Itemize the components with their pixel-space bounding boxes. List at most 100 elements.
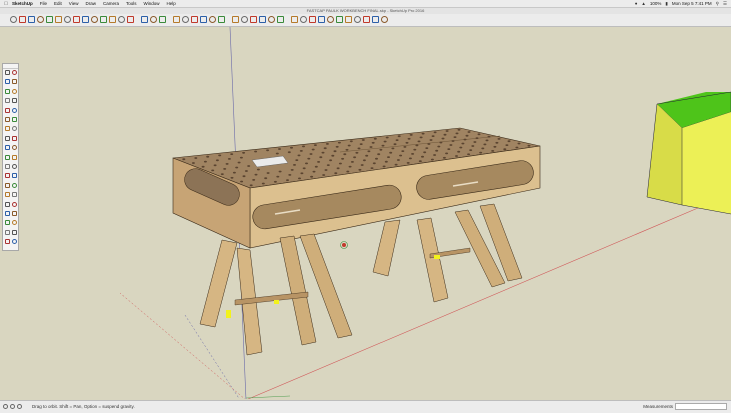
textured-icon[interactable] — [268, 16, 275, 23]
box-front-face[interactable] — [682, 112, 731, 214]
menu-edit[interactable]: Edit — [54, 1, 62, 6]
layers-icon[interactable] — [354, 16, 361, 23]
left-view-icon[interactable] — [218, 16, 225, 23]
front-view-icon[interactable] — [191, 16, 198, 23]
battery-icon[interactable]: ▮ — [665, 1, 667, 7]
arc-icon[interactable] — [37, 16, 44, 23]
move-icon[interactable] — [5, 145, 10, 151]
shadow-icon[interactable] — [327, 16, 334, 23]
zoom-icon[interactable] — [5, 201, 10, 207]
protractor-icon[interactable] — [12, 164, 17, 169]
freehand-icon[interactable] — [12, 88, 17, 94]
offset-icon[interactable] — [91, 16, 98, 23]
spotlight-icon[interactable]: ⚲ — [716, 1, 719, 7]
right-view-icon[interactable] — [200, 16, 207, 23]
menu-help[interactable]: Help — [167, 1, 176, 6]
menu-camera[interactable]: Camera — [103, 1, 119, 6]
circle-icon[interactable] — [12, 107, 17, 113]
volume-icon[interactable]: ▲ — [641, 1, 645, 6]
battery-percent[interactable]: 100% — [650, 1, 662, 6]
geo-location-icon[interactable] — [3, 404, 8, 409]
menu-file[interactable]: File — [40, 1, 47, 6]
orbit-icon[interactable] — [127, 16, 134, 23]
measurements-input[interactable] — [675, 403, 727, 410]
top-view-icon[interactable] — [182, 16, 189, 23]
3d-text-icon[interactable] — [12, 182, 17, 188]
drape-icon[interactable] — [12, 239, 17, 245]
dimension-icon[interactable] — [5, 173, 10, 179]
text-icon[interactable] — [12, 173, 17, 179]
clock[interactable]: Mon Sep 5 7:41 PM — [672, 1, 712, 6]
scale-icon[interactable] — [5, 154, 10, 160]
zoom-extents-icon[interactable] — [159, 16, 166, 23]
arc-icon[interactable] — [5, 98, 10, 104]
rotate-icon[interactable] — [73, 16, 80, 23]
wireframe-icon[interactable] — [241, 16, 248, 23]
paint-icon[interactable] — [118, 16, 125, 23]
modeling-viewport[interactable] — [0, 27, 731, 399]
position-camera-icon[interactable] — [5, 220, 10, 226]
extension-icon[interactable] — [300, 16, 307, 23]
credits-icon[interactable] — [10, 404, 15, 409]
iso-view-icon[interactable] — [173, 16, 180, 23]
rectangle-icon[interactable] — [46, 16, 53, 23]
scenes-icon[interactable] — [381, 16, 388, 23]
polygon-icon[interactable] — [5, 117, 10, 122]
flip-icon[interactable] — [12, 154, 17, 160]
intersect-icon[interactable] — [12, 135, 17, 141]
offset-icon[interactable] — [5, 135, 10, 141]
styles-icon[interactable] — [345, 16, 352, 23]
eraser-icon[interactable] — [5, 79, 10, 85]
user-icon[interactable] — [17, 404, 22, 409]
menu-app[interactable]: SketchUp — [12, 1, 33, 6]
notification-icon[interactable]: ☰ — [723, 1, 727, 7]
warehouse-icon[interactable] — [291, 16, 298, 23]
pan-icon[interactable] — [141, 16, 148, 23]
rectangle-icon[interactable] — [5, 107, 10, 113]
wifi-icon[interactable]: ● — [635, 1, 638, 6]
rotate-icon[interactable] — [12, 145, 17, 151]
component-icon[interactable] — [12, 70, 17, 75]
scene-svg[interactable] — [0, 27, 731, 399]
rotated-rect-icon[interactable] — [12, 117, 17, 122]
pie-icon[interactable] — [12, 98, 17, 104]
push-pull-icon[interactable] — [55, 16, 62, 23]
menu-view[interactable]: View — [69, 1, 79, 6]
line-icon[interactable] — [28, 16, 35, 23]
pan-icon[interactable] — [12, 192, 17, 198]
orbit-icon[interactable] — [5, 192, 10, 198]
look-around-icon[interactable] — [5, 229, 10, 235]
monochrome-icon[interactable] — [277, 16, 284, 23]
section-icon[interactable] — [318, 16, 325, 23]
move-icon[interactable] — [64, 16, 71, 23]
back-view-icon[interactable] — [209, 16, 216, 23]
text-icon[interactable] — [109, 16, 116, 23]
select-icon[interactable] — [10, 16, 17, 23]
section-plane-icon[interactable] — [12, 229, 17, 235]
line-icon[interactable] — [5, 88, 10, 94]
select-icon[interactable] — [5, 70, 10, 75]
tape-icon[interactable] — [5, 164, 10, 169]
eraser-icon[interactable] — [19, 16, 26, 23]
scale-icon[interactable] — [82, 16, 89, 23]
xray-icon[interactable] — [232, 16, 239, 23]
follow-me-icon[interactable] — [12, 126, 17, 132]
previous-icon[interactable] — [12, 211, 17, 216]
menu-tools[interactable]: Tools — [126, 1, 137, 6]
shaded-icon[interactable] — [259, 16, 266, 23]
axes-icon[interactable] — [5, 182, 10, 188]
zoom-extents-icon[interactable] — [5, 211, 10, 216]
zoom-window-icon[interactable] — [12, 201, 17, 207]
hidden-line-icon[interactable] — [250, 16, 257, 23]
zoom-icon[interactable] — [150, 16, 157, 23]
components-icon[interactable] — [363, 16, 370, 23]
materials-icon[interactable] — [372, 16, 379, 23]
layout-icon[interactable] — [309, 16, 316, 23]
walk-icon[interactable] — [12, 220, 17, 226]
menu-window[interactable]: Window — [144, 1, 160, 6]
fog-icon[interactable] — [336, 16, 343, 23]
tape-icon[interactable] — [100, 16, 107, 23]
sandbox-icon[interactable] — [5, 239, 10, 245]
apple-icon[interactable]:  — [0, 1, 12, 7]
menu-draw[interactable]: Draw — [85, 1, 96, 6]
